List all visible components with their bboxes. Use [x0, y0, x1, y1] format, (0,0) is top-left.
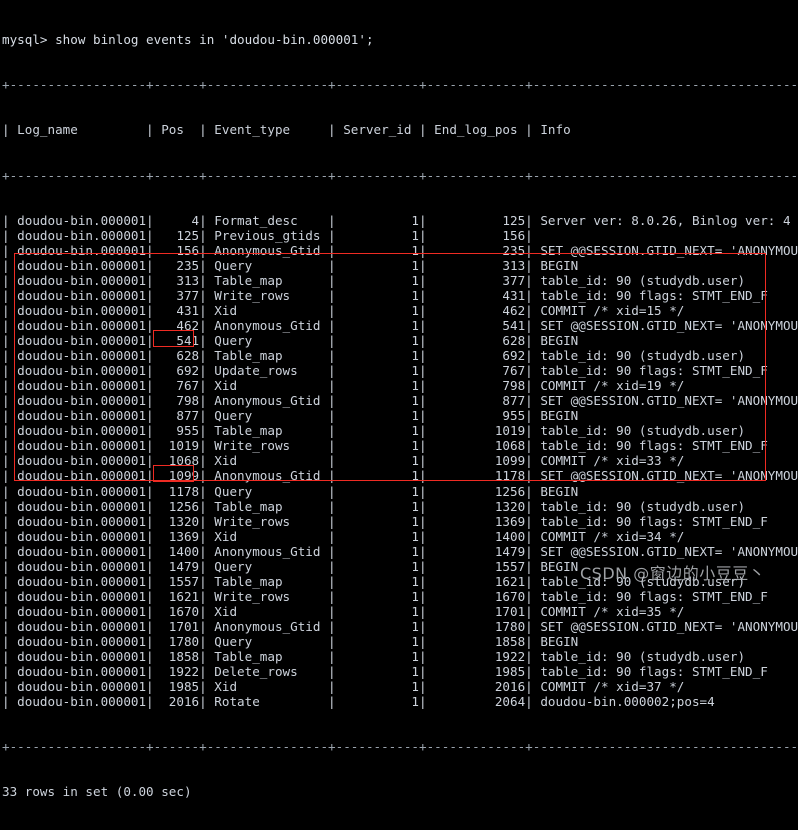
table-row: | doudou-bin.000001| 313| Table_map | 1|…	[2, 272, 798, 288]
table-row: | doudou-bin.000001| 1369| Xid | 1| 1400…	[2, 528, 798, 544]
table-row: | doudou-bin.000001| 767| Xid | 1| 798| …	[2, 378, 798, 394]
table-row: | doudou-bin.000001| 1256| Table_map | 1…	[2, 498, 798, 514]
table-separator-top: +------------------+------+-------------…	[2, 77, 798, 93]
terminal-window[interactable]: mysql> show binlog events in 'doudou-bin…	[0, 0, 798, 799]
table-row: | doudou-bin.000001| 377| Write_rows | 1…	[2, 287, 798, 303]
table-row: | doudou-bin.000001| 4| Format_desc | 1|…	[2, 212, 798, 228]
table-header-row: | Log_name | Pos | Event_type | Server_i…	[2, 122, 798, 138]
table-body: | doudou-bin.000001| 4| Format_desc | 1|…	[2, 213, 798, 710]
table-row: | doudou-bin.000001| 156| Anonymous_Gtid…	[2, 242, 798, 258]
table-separator-bottom: +------------------+------+-------------…	[2, 739, 798, 755]
command-prompt-line: mysql> show binlog events in 'doudou-bin…	[2, 32, 374, 48]
table-row: | doudou-bin.000001| 1068| Xid | 1| 1099…	[2, 453, 798, 469]
watermark-text: CSDN @窗边的小豆豆丶	[580, 564, 766, 583]
table-separator-header: +------------------+------+-------------…	[2, 167, 798, 183]
table-row: | doudou-bin.000001| 1670| Xid | 1| 1701…	[2, 603, 798, 619]
table-row: | doudou-bin.000001| 877| Query | 1| 955…	[2, 408, 798, 424]
table-row: | doudou-bin.000001| 1985| Xid | 1| 2016…	[2, 679, 798, 695]
table-row: | doudou-bin.000001| 235| Query | 1| 313…	[2, 257, 798, 273]
table-row: | doudou-bin.000001| 2016| Rotate | 1| 2…	[2, 694, 798, 710]
table-row: | doudou-bin.000001| 955| Table_map | 1|…	[2, 423, 798, 439]
table-row: | doudou-bin.000001| 628| Table_map | 1|…	[2, 348, 798, 364]
table-row: | doudou-bin.000001| 1922| Delete_rows |…	[2, 664, 798, 680]
table-row: | doudou-bin.000001| 1400| Anonymous_Gti…	[2, 543, 798, 559]
table-row: | doudou-bin.000001| 692| Update_rows | …	[2, 363, 798, 379]
result-status-line: 33 rows in set (0.00 sec)	[2, 784, 192, 800]
table-row: | doudou-bin.000001| 1099| Anonymous_Gti…	[2, 468, 798, 484]
table-row: | doudou-bin.000001| 1858| Table_map | 1…	[2, 649, 798, 665]
table-row: | doudou-bin.000001| 798| Anonymous_Gtid…	[2, 393, 798, 409]
table-row: | doudou-bin.000001| 1019| Write_rows | …	[2, 438, 798, 454]
table-row: | doudou-bin.000001| 541| Query | 1| 628…	[2, 333, 798, 349]
table-row: | doudou-bin.000001| 1701| Anonymous_Gti…	[2, 618, 798, 634]
table-row: | doudou-bin.000001| 125| Previous_gtids…	[2, 227, 798, 243]
table-row: | doudou-bin.000001| 462| Anonymous_Gtid…	[2, 317, 798, 333]
table-row: | doudou-bin.000001| 1780| Query | 1| 18…	[2, 633, 798, 649]
table-row: | doudou-bin.000001| 1621| Write_rows | …	[2, 588, 798, 604]
terminal-output: mysql> show binlog events in 'doudou-bin…	[2, 2, 798, 830]
table-row: | doudou-bin.000001| 431| Xid | 1| 462| …	[2, 302, 798, 318]
table-row: | doudou-bin.000001| 1320| Write_rows | …	[2, 513, 798, 529]
table-row: | doudou-bin.000001| 1178| Query | 1| 12…	[2, 483, 798, 499]
